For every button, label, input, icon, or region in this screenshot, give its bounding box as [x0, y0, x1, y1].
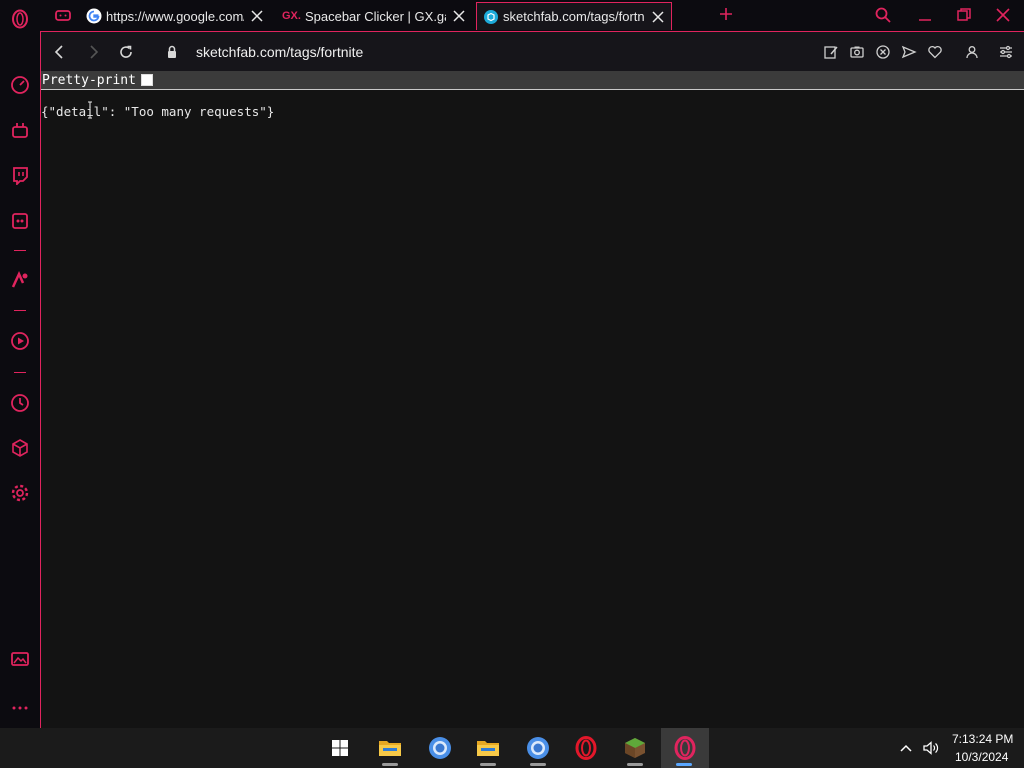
- gx-corner-icon[interactable]: [50, 2, 76, 28]
- speed-dial-icon[interactable]: [7, 72, 33, 98]
- json-response-text: {"detail": "Too many requests"}: [41, 104, 275, 119]
- settings-icon[interactable]: [7, 480, 33, 506]
- wallpaper-icon[interactable]: [7, 646, 33, 672]
- pretty-print-bar: Pretty-print: [41, 71, 1024, 90]
- tab-strip: https://www.google.com/se GX. Spacebar C…: [40, 0, 1024, 31]
- opera-sidebar: [0, 0, 40, 728]
- player-icon[interactable]: [7, 328, 33, 354]
- google-icon: [86, 8, 102, 24]
- tab-title: sketchfab.com/tags/fortnite: [503, 9, 645, 24]
- running-indicator: [676, 763, 692, 766]
- forward-button[interactable]: [83, 42, 103, 62]
- file-explorer-icon: [477, 741, 499, 756]
- reload-icon: [120, 45, 132, 58]
- sketchfab-icon: [483, 9, 499, 25]
- show-hidden-icons-icon[interactable]: [898, 740, 914, 756]
- taskbar-minecraft[interactable]: [612, 728, 658, 768]
- running-indicator: [382, 763, 398, 766]
- more-icon[interactable]: [7, 695, 33, 721]
- windows-taskbar: 7:13:24 PM 10/3/2024: [0, 728, 1024, 768]
- taskbar-file-explorer[interactable]: [367, 728, 413, 768]
- tab-spacebar-clicker[interactable]: GX. Spacebar Clicker | GX.games: [276, 2, 472, 30]
- close-tab-icon[interactable]: [250, 9, 264, 23]
- close-tab-icon[interactable]: [452, 9, 466, 23]
- opera-icon: [575, 736, 597, 760]
- opera-gx-logo-icon[interactable]: [7, 6, 33, 32]
- new-tab-icon[interactable]: [718, 6, 734, 22]
- running-indicator: [530, 763, 546, 766]
- clock-date[interactable]: 10/3/2024: [955, 750, 1008, 764]
- extensions-icon[interactable]: [7, 435, 33, 461]
- easy-setup-icon[interactable]: [996, 42, 1016, 62]
- tab-title: Spacebar Clicker | GX.games: [304, 8, 446, 24]
- reload-button[interactable]: [116, 42, 136, 62]
- pretty-print-checkbox[interactable]: [140, 74, 153, 86]
- aria-icon[interactable]: [7, 267, 33, 293]
- taskbar-chrome-2[interactable]: [515, 728, 561, 768]
- sidebar-divider: [14, 310, 26, 311]
- back-icon: [54, 45, 63, 59]
- running-indicator: [480, 763, 496, 766]
- chrome-icon: [527, 737, 549, 759]
- gx-games-icon: GX.: [282, 10, 301, 22]
- restore-icon[interactable]: [955, 6, 973, 24]
- minecraft-icon: [625, 738, 645, 758]
- volume-icon[interactable]: [922, 739, 940, 757]
- sidebar-divider: [14, 372, 26, 373]
- windows-start-icon: [332, 740, 348, 756]
- forward-icon: [90, 45, 99, 59]
- windows-start-button[interactable]: [317, 728, 363, 768]
- back-button[interactable]: [50, 42, 70, 62]
- snapshot-icon[interactable]: [847, 42, 867, 62]
- twitch-icon[interactable]: [7, 162, 33, 188]
- text-cursor-icon: [88, 101, 92, 119]
- send-icon[interactable]: [899, 42, 919, 62]
- address-toolbar: sketchfab.com/tags/fortnite: [40, 31, 1024, 71]
- taskbar-opera[interactable]: [563, 728, 609, 768]
- clock-time[interactable]: 7:13:24 PM: [952, 732, 1013, 746]
- history-icon[interactable]: [7, 390, 33, 416]
- sidebar-divider: [14, 250, 26, 251]
- pretty-print-label: Pretty-print: [42, 72, 136, 88]
- tab-sketchfab[interactable]: sketchfab.com/tags/fortnite: [476, 2, 672, 30]
- lock-icon[interactable]: [162, 42, 182, 62]
- search-tabs-icon[interactable]: [874, 6, 892, 24]
- close-tab-icon[interactable]: [651, 10, 665, 24]
- opera-gx-icon: [674, 736, 696, 760]
- account-icon[interactable]: [962, 42, 982, 62]
- chrome-icon: [429, 737, 451, 759]
- bookmark-heart-icon[interactable]: [925, 42, 945, 62]
- discord-icon[interactable]: [7, 208, 33, 234]
- minimize-icon[interactable]: [916, 6, 934, 24]
- file-explorer-icon: [379, 741, 401, 756]
- close-window-icon[interactable]: [994, 6, 1012, 24]
- tab-title: https://www.google.com/se: [106, 8, 244, 24]
- running-indicator: [627, 763, 643, 766]
- page-content: Pretty-print {"detail": "Too many reques…: [40, 71, 1024, 728]
- taskbar-chrome[interactable]: [417, 728, 463, 768]
- gx-control-icon[interactable]: [7, 117, 33, 143]
- adblock-icon[interactable]: [873, 42, 893, 62]
- taskbar-opera-gx[interactable]: [661, 728, 709, 768]
- edit-address-icon[interactable]: [821, 42, 841, 62]
- url-input[interactable]: sketchfab.com/tags/fortnite: [196, 44, 363, 60]
- taskbar-file-explorer-2[interactable]: [465, 728, 511, 768]
- tab-google[interactable]: https://www.google.com/se: [80, 2, 270, 30]
